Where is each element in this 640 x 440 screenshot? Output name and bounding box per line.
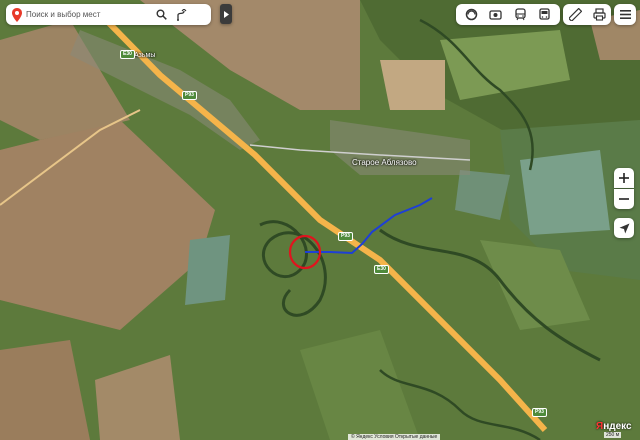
attribution[interactable]: © Яндекс Условия Открытые данные bbox=[348, 434, 441, 440]
zoom-in-button[interactable] bbox=[614, 168, 634, 188]
village-label-azmy: Азьмы bbox=[134, 52, 156, 59]
locate-button[interactable] bbox=[614, 218, 634, 238]
bus-icon[interactable] bbox=[536, 6, 554, 24]
chevron-right-icon bbox=[223, 10, 229, 18]
logo-text: ндекс bbox=[603, 421, 632, 432]
satellite-imagery[interactable] bbox=[0, 0, 640, 440]
layers-icon[interactable] bbox=[462, 6, 480, 24]
transit-icon[interactable] bbox=[511, 6, 529, 24]
search-box bbox=[6, 4, 211, 25]
village-label-staroe-ablyazovo: Старое Аблязово bbox=[352, 158, 417, 167]
zoom-out-button[interactable] bbox=[614, 189, 634, 209]
scale-bar: 250 м bbox=[604, 432, 622, 438]
search-input[interactable] bbox=[26, 10, 150, 19]
menu-icon bbox=[619, 10, 631, 19]
panorama-icon[interactable] bbox=[487, 6, 505, 24]
plus-icon bbox=[619, 173, 629, 183]
road-shield: Р93 bbox=[338, 232, 353, 241]
ruler-icon[interactable] bbox=[568, 8, 582, 21]
map-viewport[interactable]: Азьмы Старое Аблязово Р93 Р93 Е30 Е30 Р9… bbox=[0, 0, 640, 440]
search-icon[interactable] bbox=[152, 6, 170, 24]
yandex-logo[interactable]: Яндекс bbox=[596, 421, 632, 432]
collapse-panel-button[interactable] bbox=[220, 4, 232, 24]
route-icon[interactable] bbox=[172, 6, 190, 24]
layers-toolbar bbox=[456, 4, 560, 25]
road-shield: Р93 bbox=[532, 408, 547, 417]
minus-icon bbox=[619, 198, 629, 200]
road-shield: Е30 bbox=[374, 265, 389, 274]
print-icon[interactable] bbox=[592, 8, 606, 21]
road-shield: Е30 bbox=[120, 50, 135, 59]
tools-group bbox=[563, 4, 611, 25]
menu-button[interactable] bbox=[614, 4, 636, 25]
road-shield: Р93 bbox=[182, 91, 197, 100]
location-pin-icon bbox=[12, 7, 22, 22]
locate-icon bbox=[619, 223, 629, 233]
